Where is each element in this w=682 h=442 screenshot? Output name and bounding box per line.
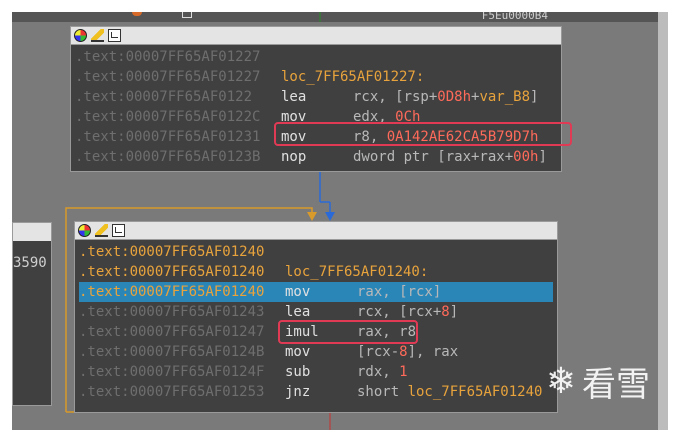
code-line[interactable]: .text:00007FF65AF0122 lea rcx, [rsp+0D8h+v… bbox=[75, 87, 557, 107]
rename-pencil-icon[interactable] bbox=[91, 29, 104, 42]
operand-number: 8 bbox=[399, 344, 408, 360]
line-address: .text:00007FF65AF0123B bbox=[75, 149, 261, 165]
line-address: .text:00007FF65AF01227 bbox=[75, 49, 261, 65]
operand: rcx, [rsp+ bbox=[353, 89, 438, 105]
mnemonic: jnz bbox=[285, 384, 311, 400]
line-address: .text:00007FF65AF01243 bbox=[79, 304, 265, 320]
mnemonic: lea bbox=[285, 304, 311, 320]
code-line[interactable]: .text:00007FF65AF01243 lea rcx, [rcx+8] bbox=[79, 302, 553, 322]
code-block-2[interactable]: .text:00007FF65AF01240 .text:00007FF65AF0… bbox=[74, 221, 558, 413]
partial-node-titlebar bbox=[13, 223, 51, 241]
line-address: .text:00007FF65AF01231 bbox=[75, 129, 261, 145]
line-address: .text:00007FF65AF01227 bbox=[75, 69, 261, 85]
color-palette-icon[interactable] bbox=[74, 29, 87, 42]
mnemonic: mov bbox=[285, 284, 311, 300]
highlight-box-imul bbox=[278, 320, 418, 344]
node-titlebar bbox=[75, 222, 557, 240]
graph-view-icon[interactable] bbox=[108, 29, 121, 42]
code-line[interactable]: .text:00007FF65AF0124B mov [rcx-8], rax bbox=[79, 342, 553, 362]
code-line[interactable]: .text:00007FF65AF0123B nop dword ptr [rax+… bbox=[75, 147, 557, 167]
code-line[interactable]: .text:00007FF65AF0124F sub rdx, 1 bbox=[79, 362, 553, 382]
partial-node-text: 3590 bbox=[13, 255, 47, 271]
operand: rdx, bbox=[357, 364, 400, 380]
mnemonic: mov bbox=[285, 344, 311, 360]
line-address: .text:00007FF65AF0124B bbox=[79, 344, 265, 360]
highlight-box-mov-r8 bbox=[274, 122, 572, 146]
line-address: .text:00007FF65AF01240 bbox=[79, 284, 265, 300]
operand-number: 0D8h bbox=[437, 89, 472, 105]
code-line[interactable]: .text:00007FF65AF01227 loc_7FF65AF01227: bbox=[75, 67, 557, 87]
line-address: .text:00007FF65AF0122 bbox=[75, 89, 253, 105]
operand-label[interactable]: loc_7FF65AF01240 bbox=[408, 382, 543, 402]
line-address: .text:00007FF65AF01240 bbox=[79, 264, 265, 280]
code-line[interactable]: .text:00007FF65AF01240 bbox=[79, 242, 553, 262]
operand: ] bbox=[530, 89, 539, 105]
mnemonic: lea bbox=[281, 89, 307, 105]
operand-number: 1 bbox=[399, 364, 408, 380]
operand: rcx, [rcx+ bbox=[357, 304, 442, 320]
mnemonic: nop bbox=[281, 149, 307, 165]
partial-node[interactable]: 3590 bbox=[12, 222, 52, 406]
code-line[interactable]: .text:00007FF65AF01227 bbox=[75, 47, 557, 67]
code-block-1[interactable]: .text:00007FF65AF01227 .text:00007FF65AF0… bbox=[70, 26, 562, 172]
operand-number: 8 bbox=[441, 304, 450, 320]
line-address: .text:00007FF65AF01240 bbox=[79, 244, 265, 260]
graph-view[interactable]: F5Eu0000B4 3590 .text:00007FF65AF01227 .t… bbox=[12, 12, 668, 430]
watermark-text: 看雪 bbox=[582, 365, 650, 405]
node-titlebar bbox=[71, 27, 561, 45]
operand: ] bbox=[449, 304, 459, 320]
mnemonic: sub bbox=[285, 364, 311, 380]
code-line[interactable]: .text:00007FF65AF01240 mov rax, [rcx] bbox=[79, 282, 553, 302]
rename-pencil-icon[interactable] bbox=[95, 224, 108, 237]
color-palette-icon[interactable] bbox=[78, 224, 91, 237]
operand: ] bbox=[538, 149, 547, 165]
line-address: .text:00007FF65AF0122C bbox=[75, 109, 261, 125]
operand-number: 00h bbox=[513, 149, 539, 165]
line-address: .text:00007FF65AF01247 bbox=[79, 324, 265, 340]
code-label[interactable]: loc_7FF65AF01227: bbox=[281, 67, 424, 87]
line-address: .text:00007FF65AF0124F bbox=[79, 364, 265, 380]
code-line[interactable]: .text:00007FF65AF01253 jnz short loc_7FF65… bbox=[79, 382, 553, 402]
operand-label[interactable]: var_B8 bbox=[479, 87, 530, 107]
snowflake-icon: ❄ bbox=[545, 361, 576, 402]
operand: dword ptr [rax+rax+ bbox=[353, 149, 514, 165]
operand: ], rax bbox=[407, 344, 459, 360]
graph-view-icon[interactable] bbox=[112, 224, 125, 237]
operand: short bbox=[357, 384, 408, 400]
code-lines: .text:00007FF65AF01227 .text:00007FF65AF0… bbox=[71, 45, 561, 169]
code-line[interactable]: .text:00007FF65AF01240 loc_7FF65AF01240: bbox=[79, 262, 553, 282]
line-address: .text:00007FF65AF01253 bbox=[79, 384, 265, 400]
operand: [rcx- bbox=[357, 344, 400, 360]
watermark: ❄ 看雪 bbox=[546, 357, 650, 406]
operand: + bbox=[471, 89, 480, 105]
operand: rax, [rcx] bbox=[357, 284, 442, 300]
code-label[interactable]: loc_7FF65AF01240: bbox=[285, 262, 428, 282]
